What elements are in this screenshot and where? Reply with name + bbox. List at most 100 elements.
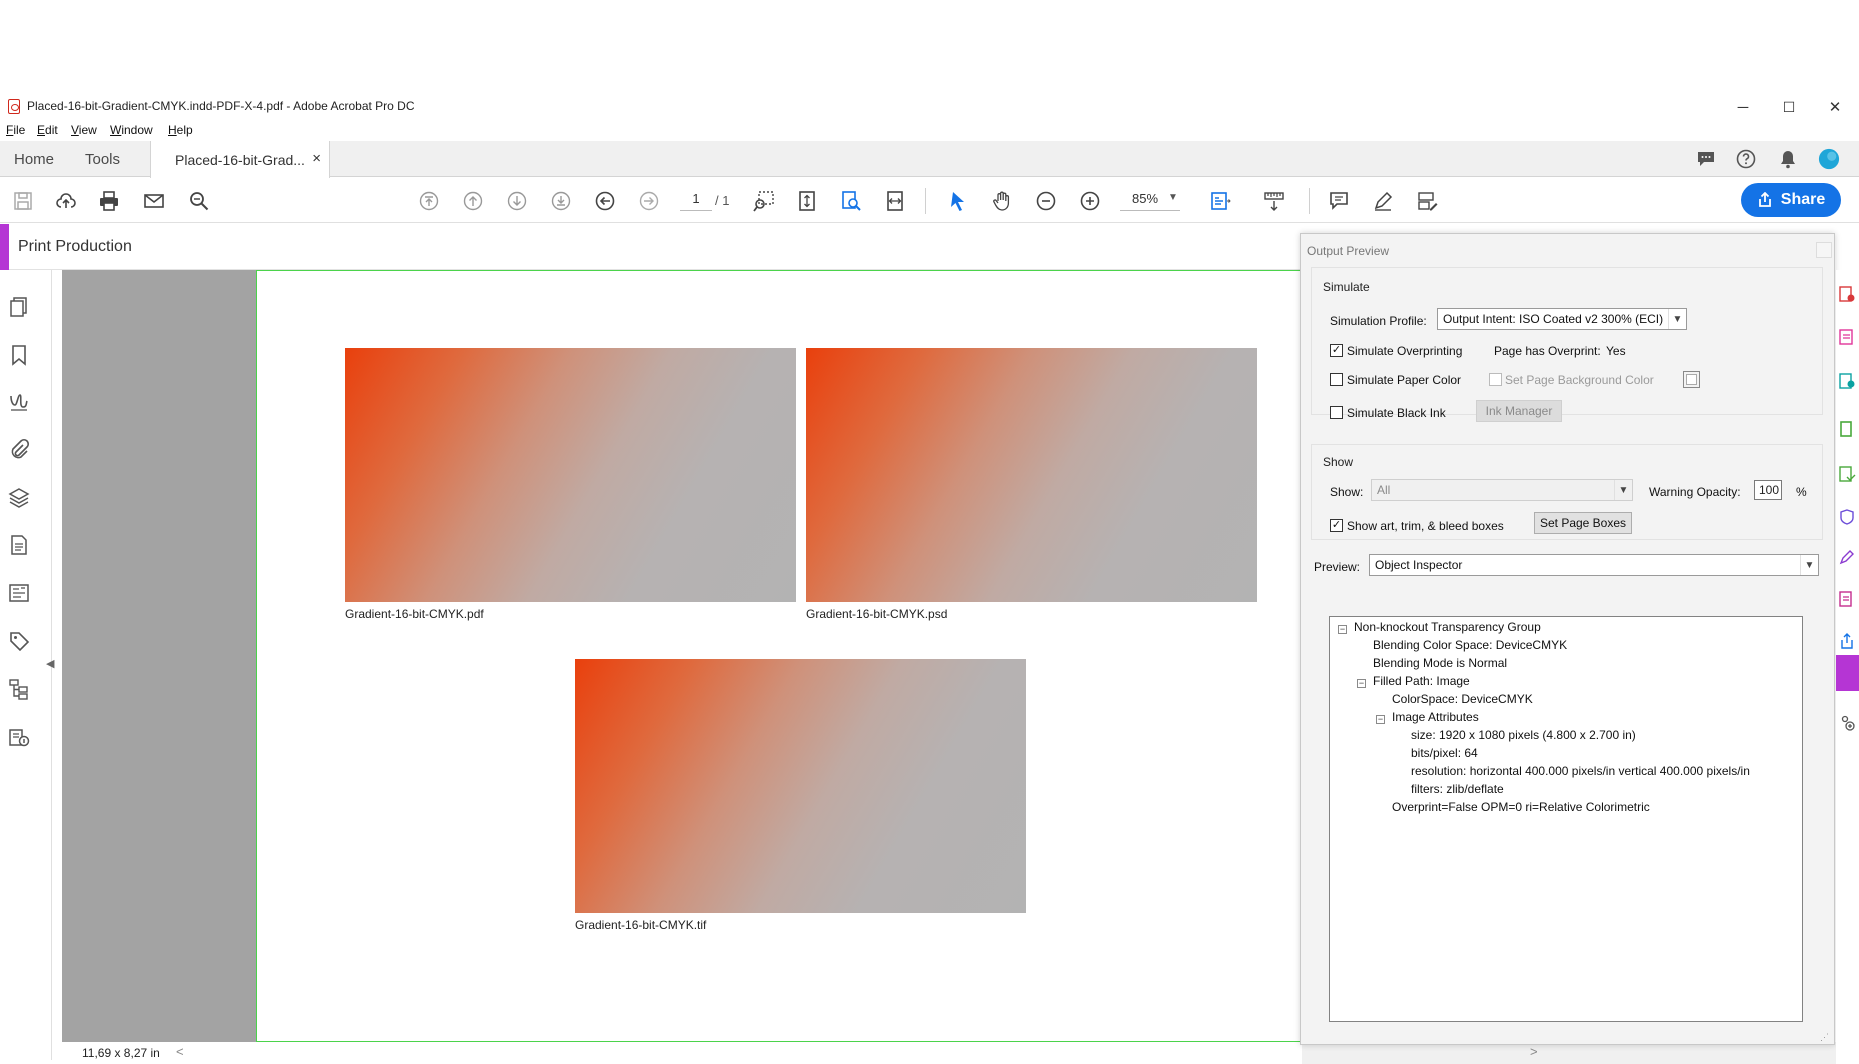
order-tree-icon[interactable] <box>8 678 32 702</box>
next-view-icon[interactable] <box>635 187 663 215</box>
menu-window[interactable]: Window <box>110 123 153 137</box>
chevron-down-icon[interactable]: ▼ <box>1168 192 1178 203</box>
more-tools-icon[interactable] <box>1838 714 1856 732</box>
tree-node[interactable]: resolution: horizontal 400.000 pixels/in… <box>1411 764 1750 778</box>
fit-width-icon[interactable] <box>881 187 909 215</box>
next-page-icon[interactable] <box>503 187 531 215</box>
gradient-image-pdf[interactable] <box>345 348 796 602</box>
tab-home[interactable]: Home <box>14 141 54 177</box>
print-production-active-tool[interactable] <box>1836 655 1859 691</box>
tree-node[interactable]: bits/pixel: 64 <box>1411 746 1478 760</box>
tree-node[interactable]: ColorSpace: DeviceCMYK <box>1392 692 1533 706</box>
tab-document[interactable]: Placed-16-bit-Grad... × <box>150 141 330 178</box>
simulate-paper-color-checkbox[interactable] <box>1330 373 1343 386</box>
accessibility-check-icon[interactable] <box>8 726 32 750</box>
simulate-overprinting-checkbox[interactable]: ✓ <box>1330 344 1343 357</box>
menu-edit[interactable]: Edit <box>37 123 58 137</box>
export-pdf-icon[interactable] <box>1838 372 1856 390</box>
protect-icon[interactable] <box>1838 508 1856 526</box>
resize-grip-icon[interactable]: ⋰ <box>1820 1032 1829 1043</box>
create-pdf-icon[interactable] <box>1838 285 1856 303</box>
gradient-image-psd[interactable] <box>806 348 1257 602</box>
gradient-image-tif[interactable] <box>575 659 1026 913</box>
tree-node[interactable]: Non-knockout Transparency Group <box>1354 620 1541 634</box>
tree-node[interactable]: Image Attributes <box>1392 710 1479 724</box>
upload-cloud-icon[interactable] <box>52 187 80 215</box>
marquee-zoom-icon[interactable] <box>750 187 778 215</box>
page-display-icon[interactable] <box>1206 187 1234 215</box>
previous-page-icon[interactable] <box>459 187 487 215</box>
signature-icon[interactable] <box>8 390 32 414</box>
scroll-left-icon[interactable]: < <box>176 1044 184 1059</box>
zoom-in-icon[interactable] <box>1076 187 1104 215</box>
document-properties-icon[interactable] <box>8 534 32 558</box>
zoom-out-icon[interactable] <box>1032 187 1060 215</box>
tree-node[interactable]: filters: zlib/deflate <box>1411 782 1504 796</box>
tree-collapse-toggle[interactable]: − <box>1357 679 1366 688</box>
menu-view[interactable]: View <box>71 123 97 137</box>
tree-collapse-toggle[interactable]: − <box>1338 625 1347 634</box>
share-tool-icon[interactable] <box>1838 632 1856 650</box>
show-boxes-checkbox[interactable]: ✓ <box>1330 519 1343 532</box>
close-window-button[interactable]: ✕ <box>1812 95 1858 119</box>
menu-help[interactable]: Help <box>168 123 193 137</box>
highlight-pen-icon[interactable] <box>1369 187 1397 215</box>
send-for-review-icon[interactable] <box>1838 590 1856 608</box>
set-page-boxes-button[interactable]: Set Page Boxes <box>1534 512 1632 534</box>
print-icon[interactable] <box>95 187 123 215</box>
first-page-icon[interactable] <box>415 187 443 215</box>
fill-sign-icon[interactable] <box>1413 187 1441 215</box>
select-cursor-icon[interactable] <box>944 187 972 215</box>
tag-icon[interactable] <box>8 630 32 654</box>
fill-sign-tool-icon[interactable] <box>1838 548 1856 566</box>
edit-pdf-icon[interactable] <box>1838 328 1856 346</box>
last-page-icon[interactable] <box>547 187 575 215</box>
simulation-profile-select[interactable]: Output Intent: ISO Coated v2 300% (ECI) … <box>1437 308 1687 330</box>
bookmark-icon[interactable] <box>8 344 32 368</box>
page-number-input[interactable]: 1 <box>680 191 712 211</box>
notification-bell-icon[interactable] <box>1777 148 1799 170</box>
object-inspector-tree[interactable]: − Non-knockout Transparency Group Blendi… <box>1329 616 1803 1022</box>
collapse-left-panel-icon[interactable]: ◀ <box>46 657 54 670</box>
simulate-black-ink-checkbox[interactable] <box>1330 406 1343 419</box>
measure-tool-icon[interactable] <box>1260 187 1288 215</box>
tree-node[interactable]: Blending Mode is Normal <box>1373 656 1507 670</box>
email-icon[interactable] <box>140 187 168 215</box>
dialog-close-button[interactable] <box>1816 242 1832 258</box>
fit-page-icon[interactable] <box>793 187 821 215</box>
attachment-paperclip-icon[interactable] <box>8 438 32 462</box>
horizontal-scrollbar[interactable]: > <box>1302 1042 1836 1064</box>
hand-tool-icon[interactable] <box>988 187 1016 215</box>
organize-pages-icon[interactable] <box>1838 420 1856 438</box>
share-button[interactable]: Share <box>1741 183 1841 217</box>
warning-opacity-input[interactable]: 100 <box>1754 480 1782 500</box>
background-color-swatch[interactable] <box>1683 371 1700 388</box>
set-page-background-checkbox[interactable] <box>1489 373 1502 386</box>
content-edit-icon[interactable] <box>8 582 32 606</box>
close-tab-icon[interactable]: × <box>312 150 321 167</box>
scroll-right-icon[interactable]: > <box>1530 1044 1538 1059</box>
tab-tools[interactable]: Tools <box>85 141 120 177</box>
tree-node[interactable]: Overprint=False OPM=0 ri=Relative Colori… <box>1392 800 1650 814</box>
pdf-page[interactable]: Gradient-16-bit-CMYK.pdf Gradient-16-bit… <box>256 270 1302 1042</box>
help-icon[interactable] <box>1735 148 1757 170</box>
preview-select[interactable]: Object Inspector ▼ <box>1369 554 1819 576</box>
ink-manager-button[interactable]: Ink Manager <box>1476 400 1562 422</box>
previous-view-icon[interactable] <box>591 187 619 215</box>
maximize-button[interactable]: ☐ <box>1766 95 1812 119</box>
tree-node[interactable]: Filled Path: Image <box>1373 674 1470 688</box>
menu-file[interactable]: File <box>6 123 25 137</box>
page-thumbnails-icon[interactable] <box>8 296 32 320</box>
profile-avatar[interactable] <box>1818 148 1840 170</box>
tree-node[interactable]: size: 1920 x 1080 pixels (4.800 x 2.700 … <box>1411 728 1636 742</box>
comment-icon[interactable] <box>1695 148 1717 170</box>
read-mode-icon[interactable] <box>837 187 865 215</box>
save-icon[interactable] <box>9 187 37 215</box>
tree-collapse-toggle[interactable]: − <box>1376 715 1385 724</box>
show-select[interactable]: All ▼ <box>1371 479 1633 501</box>
minimize-button[interactable]: ─ <box>1720 95 1766 119</box>
add-comment-icon[interactable] <box>1325 187 1353 215</box>
layers-icon[interactable] <box>8 486 32 510</box>
tree-node[interactable]: Blending Color Space: DeviceCMYK <box>1373 638 1567 652</box>
scan-ocr-icon[interactable] <box>1838 465 1856 483</box>
